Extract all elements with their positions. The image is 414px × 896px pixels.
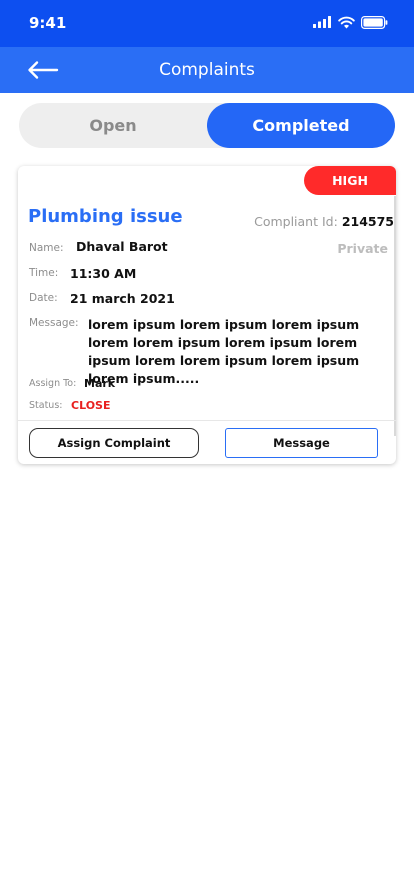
back-arrow-icon	[28, 61, 59, 79]
time-label: Time:	[29, 267, 59, 279]
message-button[interactable]: Message	[225, 428, 378, 458]
assign-complaint-button[interactable]: Assign Complaint	[29, 428, 199, 458]
back-button[interactable]	[27, 59, 59, 81]
priority-badge: HIGH	[304, 166, 396, 195]
name-value: Dhaval Barot	[76, 239, 168, 254]
battery-icon	[361, 15, 388, 29]
card-scrollbar[interactable]	[394, 196, 396, 436]
signal-icon	[313, 16, 331, 28]
name-label: Name:	[29, 242, 64, 254]
complaint-id-value: 214575	[341, 214, 394, 229]
tab-open[interactable]: Open	[19, 103, 207, 148]
complaint-title: Plumbing issue	[28, 206, 183, 227]
status-icons	[313, 15, 388, 29]
status-label: Status:	[29, 400, 63, 411]
date-value: 21 march 2021	[70, 291, 175, 306]
complaint-card[interactable]: HIGH Plumbing issue Compliant Id: 214575…	[18, 166, 396, 464]
message-label: Message:	[29, 317, 79, 329]
wifi-icon	[338, 16, 355, 28]
status-bar: 9:41	[0, 0, 414, 47]
assign-to-value: Mark	[84, 377, 116, 390]
card-divider	[18, 420, 396, 421]
status-value: CLOSE	[71, 399, 111, 412]
complaint-id-row: Compliant Id: 214575	[254, 214, 394, 229]
assign-to-label: Assign To:	[29, 378, 77, 389]
status-time: 9:41	[29, 14, 67, 32]
status-tabs: Open Completed	[19, 103, 395, 148]
date-label: Date:	[29, 292, 58, 304]
page-title: Complaints	[159, 60, 255, 80]
visibility-label: Private	[337, 241, 388, 256]
message-value: lorem ipsum lorem ipsum lorem ipsum lore…	[88, 317, 360, 386]
app-bar: Complaints	[0, 47, 414, 93]
complaint-id-label: Compliant Id:	[254, 214, 338, 229]
time-value: 11:30 AM	[70, 266, 137, 281]
tab-completed[interactable]: Completed	[207, 103, 395, 148]
